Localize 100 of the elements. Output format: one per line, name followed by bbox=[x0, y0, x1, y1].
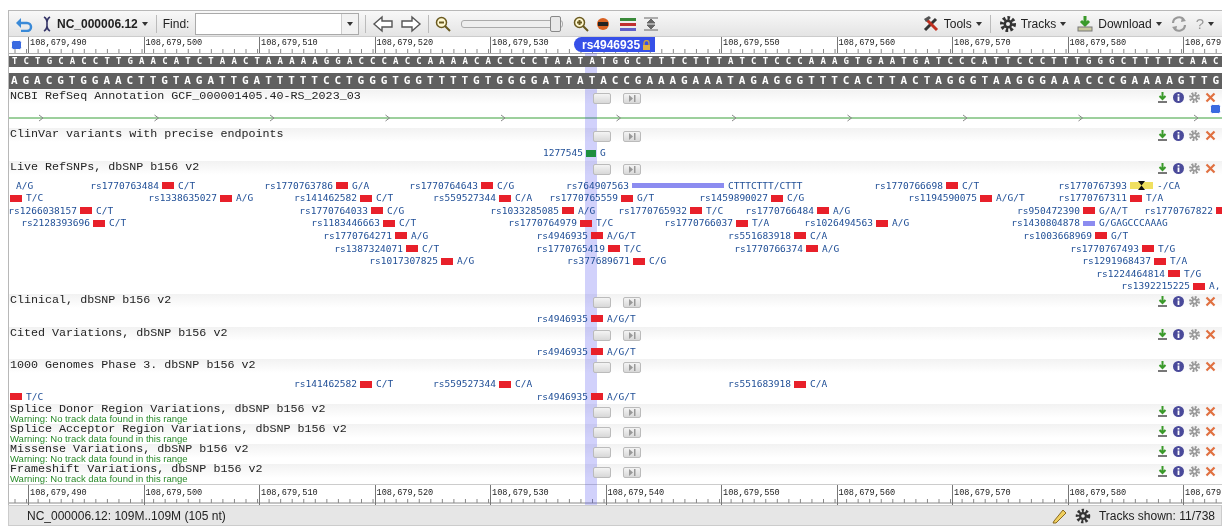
download-icon[interactable] bbox=[1157, 162, 1168, 174]
scroll-right-button[interactable] bbox=[623, 407, 641, 419]
info-icon[interactable] bbox=[1173, 466, 1184, 478]
variant-label[interactable]: rs4946935 bbox=[536, 313, 591, 325]
close-icon[interactable] bbox=[1205, 426, 1216, 438]
variant-marker[interactable] bbox=[946, 182, 958, 190]
variant-marker[interactable] bbox=[395, 232, 407, 240]
variant-label[interactable]: rs1459890027 bbox=[699, 192, 771, 205]
scroll-right-button[interactable] bbox=[623, 131, 641, 142]
gear-icon[interactable] bbox=[1074, 507, 1091, 524]
variant-label[interactable]: rs1430804878 bbox=[1011, 217, 1083, 230]
variant-label[interactable]: rs141462582 bbox=[294, 378, 360, 391]
variant-label[interactable]: rs1770767393 bbox=[1058, 179, 1130, 192]
info-icon[interactable] bbox=[1173, 92, 1184, 103]
refresh-icon[interactable] bbox=[1169, 14, 1188, 33]
variant-label[interactable]: rs1770763484 bbox=[90, 179, 162, 192]
menu-button[interactable]: Tracks bbox=[996, 13, 1069, 34]
close-icon[interactable] bbox=[1205, 466, 1216, 478]
variant-marker[interactable] bbox=[1193, 282, 1205, 290]
settings-icon[interactable] bbox=[1189, 162, 1200, 174]
variant-marker[interactable] bbox=[591, 348, 603, 356]
close-icon[interactable] bbox=[1205, 406, 1216, 418]
info-icon[interactable] bbox=[1173, 361, 1184, 373]
variant-label[interactable]: rs1017307825 bbox=[369, 255, 441, 268]
variant-label[interactable]: 1277545 bbox=[542, 147, 586, 159]
variant-label[interactable]: rs141462582 bbox=[294, 192, 360, 205]
close-icon[interactable] bbox=[1205, 162, 1216, 174]
variant-label[interactable]: rs377689671 bbox=[567, 255, 633, 268]
close-icon[interactable] bbox=[1205, 296, 1216, 307]
variant-marker[interactable] bbox=[1083, 220, 1095, 226]
variant-label[interactable]: rs1224464814 bbox=[1096, 267, 1168, 280]
variant-label[interactable]: rs1194590075 bbox=[908, 192, 980, 205]
variant-marker[interactable] bbox=[633, 257, 645, 265]
variant-label[interactable]: rs1003668969 bbox=[1023, 230, 1095, 242]
variant-marker[interactable] bbox=[10, 393, 22, 401]
settings-icon[interactable] bbox=[1189, 361, 1200, 373]
info-icon[interactable] bbox=[1173, 162, 1184, 174]
settings-icon[interactable] bbox=[1189, 446, 1200, 458]
strand-icon[interactable] bbox=[11, 40, 22, 50]
variant-marker[interactable] bbox=[499, 194, 511, 202]
variant-marker[interactable] bbox=[1130, 182, 1153, 190]
zoom-in-icon[interactable] bbox=[573, 15, 590, 32]
scroll-right-button[interactable] bbox=[623, 467, 641, 479]
right-arrow-icon[interactable] bbox=[400, 14, 423, 33]
variant-marker[interactable] bbox=[736, 219, 748, 227]
settings-icon[interactable] bbox=[1189, 466, 1200, 478]
variant-label[interactable]: rs4946935 bbox=[536, 230, 591, 242]
variant-marker[interactable] bbox=[1216, 207, 1222, 215]
menu-button[interactable]: Download bbox=[1074, 13, 1164, 34]
variant-marker[interactable] bbox=[608, 245, 620, 253]
variant-marker[interactable] bbox=[621, 194, 633, 202]
close-icon[interactable] bbox=[1205, 92, 1216, 103]
find-field[interactable] bbox=[195, 12, 360, 35]
scroll-right-button[interactable] bbox=[623, 163, 641, 175]
variant-marker[interactable] bbox=[406, 245, 418, 253]
variant-marker[interactable] bbox=[591, 232, 603, 240]
variant-label[interactable]: rs1770765559 bbox=[549, 192, 621, 205]
info-icon[interactable] bbox=[1173, 426, 1184, 438]
variant-marker[interactable] bbox=[876, 219, 888, 227]
variant-marker[interactable] bbox=[10, 194, 22, 202]
variant-label[interactable]: rs1387324071 bbox=[334, 242, 406, 255]
scroll-right-button[interactable] bbox=[623, 427, 641, 439]
zoom-out-icon[interactable] bbox=[435, 15, 452, 32]
variant-marker[interactable] bbox=[220, 194, 232, 202]
variant-marker[interactable] bbox=[1130, 194, 1142, 202]
variant-marker[interactable] bbox=[980, 194, 992, 202]
slider-thumb[interactable] bbox=[550, 15, 562, 32]
variant-marker[interactable] bbox=[591, 315, 603, 323]
variant-marker[interactable] bbox=[481, 182, 493, 190]
strand-icon[interactable] bbox=[1210, 104, 1221, 114]
variant-marker[interactable] bbox=[817, 207, 829, 215]
variant-marker[interactable] bbox=[80, 207, 92, 215]
variant-label[interactable]: rs1033285085 bbox=[490, 204, 562, 217]
info-icon[interactable] bbox=[1173, 406, 1184, 418]
variant-label[interactable]: rs1770765419 bbox=[536, 242, 608, 255]
variant-marker[interactable] bbox=[562, 207, 574, 215]
variant-label[interactable]: rs551683918 bbox=[728, 230, 794, 242]
variant-label[interactable]: rs1026494563 bbox=[804, 217, 876, 230]
variant-label[interactable]: rs4946935 bbox=[536, 390, 591, 403]
close-icon[interactable] bbox=[1205, 361, 1216, 373]
scroll-right-button[interactable] bbox=[623, 93, 641, 104]
variant-label[interactable]: rs551683918 bbox=[728, 378, 794, 391]
info-icon[interactable] bbox=[1173, 130, 1184, 141]
variant-label[interactable]: rs559527344 bbox=[433, 192, 499, 205]
variant-marker[interactable] bbox=[360, 380, 372, 388]
variant-marker[interactable] bbox=[1168, 270, 1180, 278]
variant-label[interactable]: rs1266038157 bbox=[9, 204, 80, 217]
variant-label[interactable]: rs1770765932 bbox=[618, 204, 690, 217]
variant-marker[interactable] bbox=[794, 232, 806, 240]
download-icon[interactable] bbox=[1157, 406, 1168, 418]
settings-icon[interactable] bbox=[1189, 92, 1200, 103]
scroll-right-button[interactable] bbox=[623, 297, 641, 308]
settings-icon[interactable] bbox=[1189, 296, 1200, 307]
close-icon[interactable] bbox=[1205, 446, 1216, 458]
settings-icon[interactable] bbox=[1189, 426, 1200, 438]
variant-label[interactable]: rs1770763786 bbox=[264, 179, 336, 192]
variant-label[interactable]: rs4946935 bbox=[536, 345, 591, 358]
variant-marker[interactable] bbox=[1142, 245, 1154, 253]
settings-icon[interactable] bbox=[1189, 328, 1200, 340]
variant-marker[interactable] bbox=[371, 207, 383, 215]
